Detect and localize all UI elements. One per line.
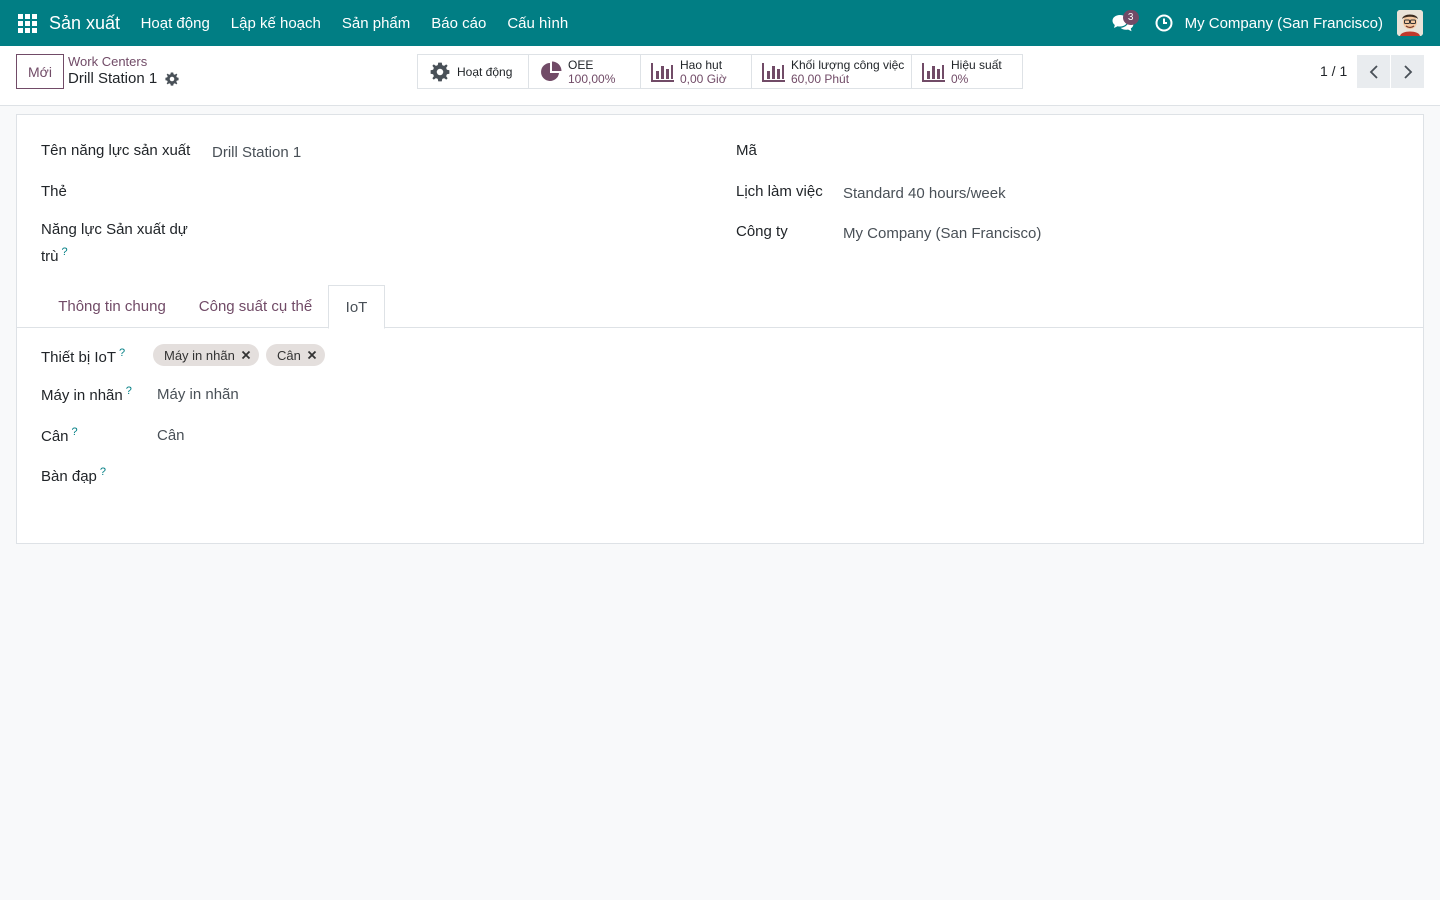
menu-configuration[interactable]: Cấu hình xyxy=(497,15,579,32)
stat-value: 0% xyxy=(951,71,969,86)
stat-button-lost[interactable]: Hao hụt 0,00 Giờ xyxy=(641,55,752,88)
help-tooltip-icon[interactable]: ? xyxy=(62,246,68,258)
avatar-icon xyxy=(1397,10,1423,36)
stat-value: 100,00% xyxy=(568,71,616,86)
working-hours-field[interactable]: Standard 40 hours/week xyxy=(843,185,1006,202)
pager-next-button[interactable] xyxy=(1391,55,1424,88)
scale-label: Cân? xyxy=(41,421,78,448)
remove-tag-icon[interactable] xyxy=(307,350,317,360)
breadcrumb-work-centers[interactable]: Work Centers xyxy=(68,54,147,69)
gear-icon xyxy=(428,61,452,83)
label-printer-label: Máy in nhãn? xyxy=(41,380,132,407)
stat-button-operations[interactable]: Hoạt động xyxy=(418,55,529,88)
tab-general-information[interactable]: Thông tin chung xyxy=(42,285,182,328)
bar-chart-icon xyxy=(651,61,675,83)
grid-icon xyxy=(17,13,37,33)
menu-reporting[interactable]: Báo cáo xyxy=(421,15,497,32)
help-tooltip-icon[interactable]: ? xyxy=(72,426,78,438)
tag-label: Cân xyxy=(277,347,301,363)
stat-label: Hao hụt xyxy=(680,57,723,72)
company-switcher[interactable]: My Company (San Francisco) xyxy=(1185,15,1383,32)
name-label: Tên năng lực sản xuất xyxy=(41,142,191,159)
pedal-field[interactable] xyxy=(157,465,657,487)
bar-chart-icon xyxy=(922,61,946,83)
alternative-label-line2-wrap: trù? xyxy=(41,241,188,268)
pedal-label-text: Bàn đạp xyxy=(41,468,97,485)
stat-button-performance[interactable]: Hiệu suất 0% xyxy=(912,55,1022,88)
name-field[interactable]: Drill Station 1 xyxy=(212,144,301,161)
alternative-workcenters-field[interactable] xyxy=(212,221,712,243)
bar-chart-icon xyxy=(762,61,786,83)
stat-button-oee[interactable]: OEE 100,00% xyxy=(529,55,641,88)
remove-tag-icon[interactable] xyxy=(241,350,251,360)
notebook-tabs: Thông tin chung Công suất cụ thể IoT xyxy=(17,285,1423,329)
menu-planning[interactable]: Lập kế hoạch xyxy=(220,15,331,32)
working-hours-label: Lịch làm việc xyxy=(736,183,823,200)
clock-icon xyxy=(1155,14,1173,32)
scale-field[interactable]: Cân xyxy=(157,427,185,444)
label-printer-field[interactable]: Máy in nhãn xyxy=(157,386,239,403)
iot-device-tag: Máy in nhãn xyxy=(153,344,259,366)
label-printer-label-text: Máy in nhãn xyxy=(41,387,123,404)
record-title: Drill Station 1 xyxy=(68,70,158,87)
iot-devices-label-text: Thiết bị IoT xyxy=(41,349,117,366)
message-count-badge: 3 xyxy=(1122,10,1139,25)
help-tooltip-icon[interactable]: ? xyxy=(126,385,132,397)
tab-iot[interactable]: IoT xyxy=(328,285,385,329)
tab-specific-capacities[interactable]: Công suất cụ thể xyxy=(190,285,321,328)
scale-label-text: Cân xyxy=(41,428,69,445)
code-label: Mã xyxy=(736,142,757,159)
tags-field[interactable] xyxy=(212,181,712,203)
control-panel: Mới Work Centers Drill Station 1 Hoạt độ… xyxy=(0,46,1440,106)
help-tooltip-icon[interactable]: ? xyxy=(100,466,106,478)
alternative-label-line1: Năng lực Sản xuất dự xyxy=(41,221,188,238)
apps-menu-button[interactable] xyxy=(7,0,47,46)
smart-buttons: Hoạt động OEE 100,00% Hao hụt 0,00 Giờ K… xyxy=(417,54,1023,89)
stat-value: 0,00 Giờ xyxy=(680,71,727,86)
pie-chart-icon xyxy=(539,61,563,83)
activity-button[interactable] xyxy=(1153,0,1175,46)
pager-value[interactable]: 1 / 1 xyxy=(1320,63,1347,79)
user-avatar[interactable] xyxy=(1397,10,1423,36)
menu-operations[interactable]: Hoạt động xyxy=(130,15,220,32)
menu-products[interactable]: Sản phẩm xyxy=(331,15,420,32)
stat-label: Hoạt động xyxy=(457,64,513,79)
pedal-label: Bàn đạp? xyxy=(41,461,106,488)
help-tooltip-icon[interactable]: ? xyxy=(119,347,125,359)
stat-button-workload[interactable]: Khối lượng công việc 60,00 Phút xyxy=(752,55,912,88)
stat-label: OEE xyxy=(568,57,594,72)
alternative-workcenters-label: Năng lực Sản xuất dự trù? xyxy=(41,218,188,268)
app-name[interactable]: Sản xuất xyxy=(49,13,120,34)
new-button[interactable]: Mới xyxy=(16,54,64,89)
record-actions-gear-icon[interactable] xyxy=(165,72,179,89)
navbar-systray: 3 My Company (San Francisco) xyxy=(1109,0,1440,46)
chevron-left-icon xyxy=(1369,64,1378,79)
form-sheet: Tên năng lực sản xuất Drill Station 1 Th… xyxy=(16,114,1424,544)
messaging-button[interactable]: 3 xyxy=(1109,0,1139,46)
top-navbar: Sản xuất Hoạt động Lập kế hoạch Sản phẩm… xyxy=(0,0,1440,46)
chevron-right-icon xyxy=(1403,64,1412,79)
stat-label: Khối lượng công việc xyxy=(791,57,905,72)
company-label: Công ty xyxy=(736,223,788,240)
code-field[interactable] xyxy=(843,142,1403,164)
iot-device-tag: Cân xyxy=(266,344,325,366)
company-field[interactable]: My Company (San Francisco) xyxy=(843,225,1041,242)
alternative-label-line2: trù xyxy=(41,248,59,265)
tags-label: Thẻ xyxy=(41,183,67,200)
pager-previous-button[interactable] xyxy=(1357,55,1390,88)
tag-label: Máy in nhãn xyxy=(164,347,235,363)
stat-value: 60,00 Phút xyxy=(791,71,850,86)
stat-label: Hiệu suất xyxy=(951,57,1002,72)
iot-devices-label: Thiết bị IoT? xyxy=(41,342,125,369)
